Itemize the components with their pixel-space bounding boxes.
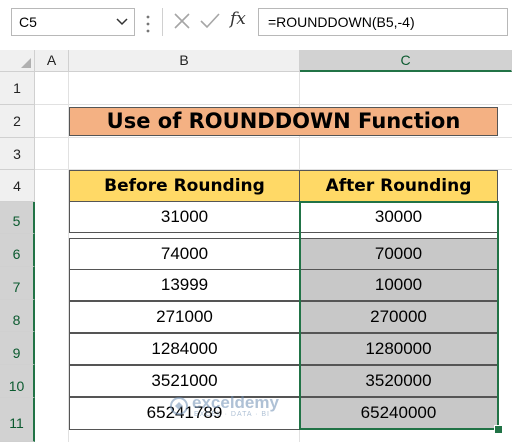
- cell-b6[interactable]: 74000: [69, 238, 300, 270]
- gridline: [35, 137, 512, 138]
- cancel-x-icon[interactable]: [172, 11, 192, 31]
- row-header-1[interactable]: 1: [0, 72, 35, 105]
- row-header-11[interactable]: 11: [0, 398, 35, 442]
- cell-b7[interactable]: 13999: [69, 269, 300, 301]
- cell-c7[interactable]: 10000: [299, 269, 498, 301]
- cell-c6[interactable]: 70000: [299, 238, 498, 270]
- chevron-down-icon[interactable]: [115, 13, 129, 31]
- column-header-c[interactable]: C: [300, 50, 512, 72]
- formula-text: =ROUNDDOWN(B5,-4): [268, 14, 415, 30]
- cell-b8[interactable]: 271000: [69, 301, 300, 333]
- drag-handle-icon[interactable]: [145, 13, 151, 35]
- row-header-2[interactable]: 2: [0, 105, 35, 138]
- cell-c11[interactable]: 65240000: [299, 397, 498, 430]
- select-all-icon: [21, 58, 31, 68]
- checkmark-icon[interactable]: [199, 11, 221, 31]
- row-header-6[interactable]: 6: [0, 234, 35, 267]
- select-all-button[interactable]: [0, 50, 35, 72]
- row-header-4[interactable]: 4: [0, 170, 35, 202]
- formula-buttons: fx: [168, 8, 254, 36]
- row-header-9[interactable]: 9: [0, 332, 35, 365]
- gridline: [35, 104, 512, 105]
- formula-bar: C5 fx =ROUNDDOWN(B5,-4): [0, 0, 512, 51]
- header-before-rounding: Before Rounding: [69, 170, 300, 202]
- column-header-b[interactable]: B: [69, 50, 300, 72]
- page-title: Use of ROUNDDOWN Function: [69, 107, 498, 136]
- cell-c5[interactable]: 30000: [299, 201, 498, 233]
- row-header-3[interactable]: 3: [0, 138, 35, 170]
- formula-input[interactable]: =ROUNDDOWN(B5,-4): [258, 8, 508, 36]
- divider: [162, 8, 163, 36]
- header-after-rounding: After Rounding: [299, 170, 498, 202]
- row-header-10[interactable]: 10: [0, 365, 35, 398]
- insert-function-icon[interactable]: fx: [230, 9, 246, 29]
- row-header-7[interactable]: 7: [0, 267, 35, 300]
- cell-b5[interactable]: 31000: [69, 201, 300, 233]
- cell-b11[interactable]: 65241789: [69, 397, 300, 430]
- column-header-a[interactable]: A: [35, 50, 69, 72]
- name-box-value: C5: [19, 14, 37, 30]
- cell-c8[interactable]: 270000: [299, 301, 498, 333]
- name-box[interactable]: C5: [11, 8, 135, 36]
- row-header-5[interactable]: 5: [0, 202, 35, 234]
- cell-c9[interactable]: 1280000: [299, 333, 498, 365]
- cell-b10[interactable]: 3521000: [69, 365, 300, 397]
- fill-handle[interactable]: [494, 425, 503, 434]
- cell-b9[interactable]: 1284000: [69, 333, 300, 365]
- cell-c10[interactable]: 3520000: [299, 365, 498, 397]
- row-header-8[interactable]: 8: [0, 300, 35, 332]
